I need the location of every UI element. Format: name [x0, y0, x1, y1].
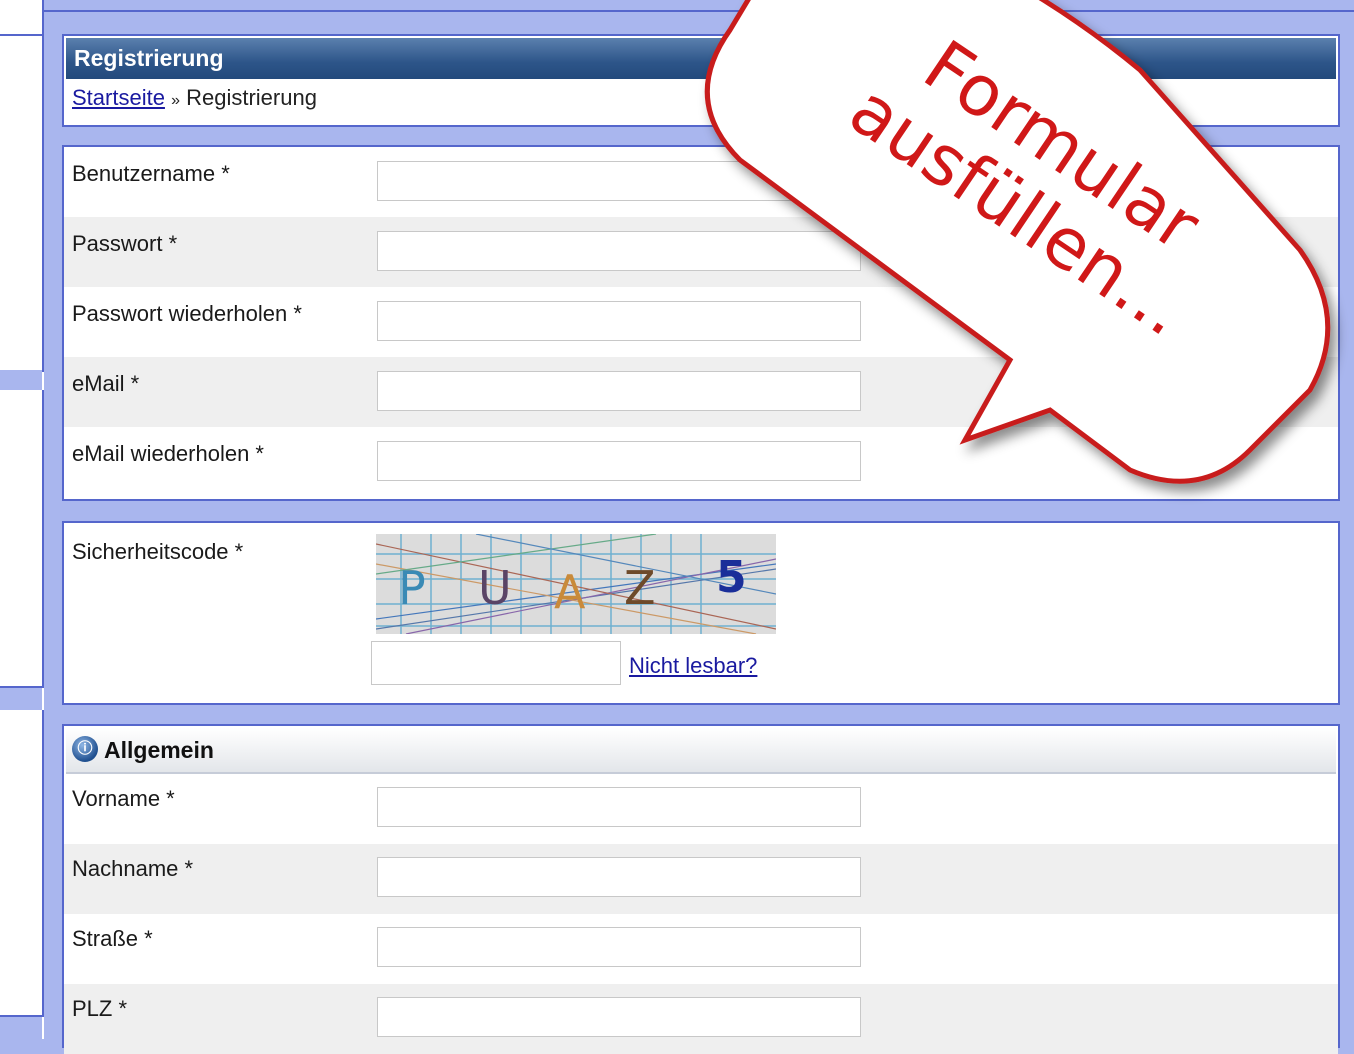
password-label: Passwort * [72, 231, 178, 256]
left-column-segment [0, 36, 44, 372]
captcha-box: Sicherheitscode * P U A Z 5 Nicht lesbar… [62, 521, 1340, 705]
captcha-refresh-link[interactable]: Nicht lesbar? [629, 653, 757, 679]
form-row-street: Straße * [64, 914, 1338, 984]
page-title: Registrierung [66, 38, 1336, 79]
lastname-input[interactable] [377, 857, 861, 897]
top-border-line [0, 10, 1354, 12]
left-column-segment [0, 390, 44, 688]
form-row-password-repeat: Passwort wiederholen * [64, 287, 1338, 357]
firstname-label: Vorname * [72, 786, 175, 811]
breadcrumb: Startseite » Registrierung [64, 79, 1338, 120]
zip-input[interactable] [377, 997, 861, 1037]
form-row-email: eMail * [64, 357, 1338, 427]
left-column [0, 0, 44, 1039]
registration-header-box: Registrierung Startseite » Registrierung [62, 34, 1340, 127]
general-section-header: ⓘ Allgemein [66, 728, 1336, 774]
svg-text:5: 5 [716, 552, 747, 603]
captcha-label: Sicherheitscode * [72, 539, 244, 564]
left-gap [0, 688, 42, 710]
general-section-title: Allgemein [104, 737, 214, 763]
svg-text:A: A [554, 565, 586, 619]
password-repeat-label: Passwort wiederholen * [72, 301, 302, 326]
form-row-lastname: Nachname * [64, 844, 1338, 914]
general-section-box: ⓘ Allgemein Vorname * Nachname * Straße *… [62, 724, 1340, 1054]
firstname-input[interactable] [377, 787, 861, 827]
left-gap [0, 1017, 42, 1039]
breadcrumb-current: Registrierung [186, 85, 317, 110]
left-column-segment [0, 710, 44, 1017]
lastname-label: Nachname * [72, 856, 194, 881]
svg-text:P: P [398, 561, 426, 615]
left-column-segment [0, 0, 44, 36]
password-repeat-input[interactable] [377, 301, 861, 341]
email-repeat-label: eMail wiederholen * [72, 441, 264, 466]
form-row-username: Benutzername * [64, 147, 1338, 217]
form-row-password: Passwort * [64, 217, 1338, 287]
email-input[interactable] [377, 371, 861, 411]
street-input[interactable] [377, 927, 861, 967]
street-label: Straße * [72, 926, 153, 951]
form-row-zip: PLZ * [64, 984, 1338, 1054]
password-input[interactable] [377, 231, 861, 271]
left-gap [0, 370, 42, 390]
form-row-firstname: Vorname * [64, 774, 1338, 844]
info-icon: ⓘ [72, 735, 98, 762]
svg-text:U: U [478, 561, 512, 615]
breadcrumb-separator: » [171, 92, 180, 109]
captcha-image: P U A Z 5 [376, 534, 776, 634]
email-repeat-input[interactable] [377, 441, 861, 481]
username-input[interactable] [377, 161, 861, 201]
form-row-email-repeat: eMail wiederholen * [64, 427, 1338, 497]
captcha-input[interactable] [371, 641, 621, 685]
svg-text:Z: Z [624, 561, 656, 615]
username-label: Benutzername * [72, 161, 230, 186]
email-label: eMail * [72, 371, 140, 396]
account-fields-box: Benutzername * Passwort * Passwort wiede… [62, 145, 1340, 501]
zip-label: PLZ * [72, 996, 128, 1021]
breadcrumb-home-link[interactable]: Startseite [72, 85, 165, 110]
